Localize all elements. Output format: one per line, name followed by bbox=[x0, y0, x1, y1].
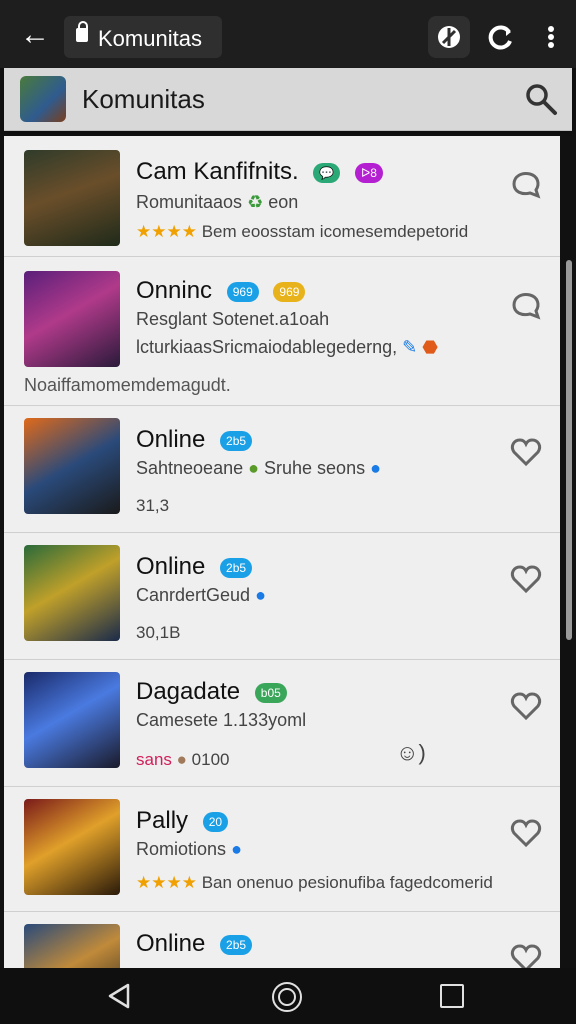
count-badge: 20 bbox=[202, 811, 229, 832]
list-item[interactable]: Pally 20 Romiotions ● ★★★★ Ban onenuo pe… bbox=[4, 787, 560, 912]
list-item[interactable]: Online 2b5 bbox=[4, 912, 560, 968]
lock-icon bbox=[76, 21, 88, 42]
game-thumbnail bbox=[24, 545, 120, 641]
heart-icon[interactable] bbox=[508, 688, 544, 724]
heart-icon[interactable] bbox=[508, 940, 544, 968]
item-note: Noaiffamomemdemagudt. bbox=[24, 375, 231, 395]
list-item[interactable]: Online 2b5 CanrdertGeud ● 30,1B bbox=[4, 533, 560, 660]
count-badge: 969 bbox=[226, 281, 259, 302]
chat-badge: 💬 bbox=[313, 162, 341, 183]
url-text: Komunitas bbox=[98, 26, 202, 51]
item-title: Onninc 969 969 bbox=[136, 277, 306, 305]
refresh-icon[interactable] bbox=[480, 16, 522, 58]
item-subtitle: Romiotions ● bbox=[136, 839, 242, 859]
item-subtitle: CanrdertGeud ● bbox=[136, 585, 266, 605]
url-bar[interactable]: Komunitas bbox=[64, 16, 222, 58]
item-meta: 30,1B bbox=[136, 623, 181, 642]
item-description: ★★★★ Ban onenuo pesionufiba fagedcomerid bbox=[136, 873, 493, 892]
nav-home-icon[interactable] bbox=[272, 982, 302, 1012]
item-subtitle: Romunitaaos ♻ eon bbox=[136, 192, 299, 212]
more-menu-icon[interactable] bbox=[530, 16, 572, 58]
scrollbar[interactable] bbox=[566, 260, 572, 640]
game-thumbnail bbox=[24, 799, 120, 895]
group-badge: ᐅ8 bbox=[355, 162, 383, 183]
game-thumbnail bbox=[24, 672, 120, 768]
count-badge: 2b5 bbox=[220, 430, 253, 451]
heart-icon[interactable] bbox=[508, 561, 544, 597]
nav-back-icon[interactable] bbox=[106, 982, 132, 1015]
community-list[interactable]: Cam Kanfifnits. 💬 ᐅ8 Romunitaaos ♻ eon ★… bbox=[4, 136, 560, 968]
item-title: Online 2b5 bbox=[136, 553, 253, 581]
item-meta: 31,3 bbox=[136, 496, 170, 515]
item-title: Pally 20 bbox=[136, 807, 229, 835]
item-title: Online 2b5 bbox=[136, 930, 253, 958]
heart-icon[interactable] bbox=[508, 815, 544, 851]
list-item[interactable]: Onninc 969 969 Resglant Sotenet.a1oah lc… bbox=[4, 257, 560, 406]
item-subtitle: Resglant Sotenet.a1oah bbox=[136, 309, 330, 329]
chat-bubble-icon[interactable] bbox=[508, 287, 544, 323]
profile-icon[interactable] bbox=[428, 16, 470, 58]
game-thumbnail bbox=[24, 150, 120, 246]
item-meta: sans ● 0100 bbox=[136, 750, 230, 769]
count-badge: 2b5 bbox=[220, 557, 253, 578]
game-thumbnail bbox=[24, 924, 120, 968]
item-title: Online 2b5 bbox=[136, 426, 253, 454]
item-description: ★★★★ Bem eoosstam icomesemdepetorid bbox=[136, 222, 469, 241]
game-thumbnail bbox=[24, 418, 120, 514]
item-description: lcturkiaasSricmaiodablegederng, ✎ ⬣ bbox=[136, 337, 438, 357]
community-logo bbox=[20, 76, 66, 122]
list-item[interactable]: Dagadate b05 Camesete 1.133yoml sans ● 0… bbox=[4, 660, 560, 787]
item-title: Cam Kanfifnits. 💬 ᐅ8 bbox=[136, 158, 383, 186]
app-header: Komunitas bbox=[4, 68, 572, 131]
list-item[interactable]: Cam Kanfifnits. 💬 ᐅ8 Romunitaaos ♻ eon ★… bbox=[4, 136, 560, 257]
item-subtitle: Camesete 1.133yoml bbox=[136, 710, 307, 730]
system-navbar bbox=[0, 968, 576, 1024]
count-badge: 969 bbox=[273, 281, 306, 302]
audio-icon[interactable]: ☺) bbox=[396, 740, 426, 766]
browser-toolbar: ← Komunitas bbox=[0, 0, 576, 68]
list-item[interactable]: Online 2b5 Sahtneoeane ● Sruhe seons ● 3… bbox=[4, 406, 560, 533]
page-title: Komunitas bbox=[82, 84, 205, 114]
game-thumbnail bbox=[24, 271, 120, 367]
search-icon[interactable] bbox=[524, 82, 558, 116]
heart-icon[interactable] bbox=[508, 434, 544, 470]
back-arrow-icon[interactable]: ← bbox=[20, 20, 50, 50]
item-title: Dagadate b05 bbox=[136, 678, 287, 706]
item-subtitle: Sahtneoeane ● Sruhe seons ● bbox=[136, 458, 381, 478]
rating-stars: ★★★★ bbox=[136, 873, 197, 892]
count-badge: b05 bbox=[254, 682, 287, 703]
chat-bubble-icon[interactable] bbox=[508, 166, 544, 202]
count-badge: 2b5 bbox=[220, 934, 253, 955]
nav-recents-icon[interactable] bbox=[440, 984, 464, 1008]
rating-stars: ★★★★ bbox=[136, 222, 197, 241]
